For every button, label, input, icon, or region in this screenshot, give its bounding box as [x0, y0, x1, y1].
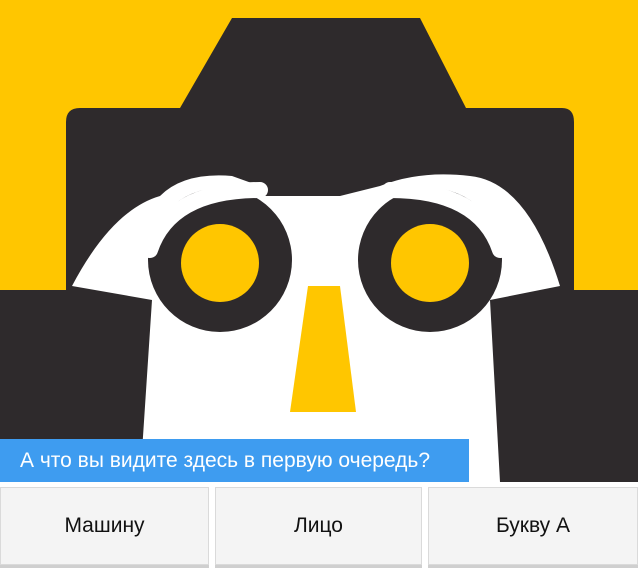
answer-buttons: Машину Лицо Букву А [0, 487, 638, 569]
answer-button-car[interactable]: Машину [0, 487, 209, 568]
answer-button-face[interactable]: Лицо [215, 487, 422, 568]
answer-button-letter-a[interactable]: Букву А [428, 487, 638, 568]
question-text: А что вы видите здесь в первую очередь? [20, 449, 431, 472]
left-lens [181, 224, 259, 302]
question-banner: А что вы видите здесь в первую очередь? … [0, 427, 469, 482]
close-icon[interactable]: x [457, 427, 463, 438]
right-lens [391, 224, 469, 302]
illusion-image [0, 0, 638, 482]
